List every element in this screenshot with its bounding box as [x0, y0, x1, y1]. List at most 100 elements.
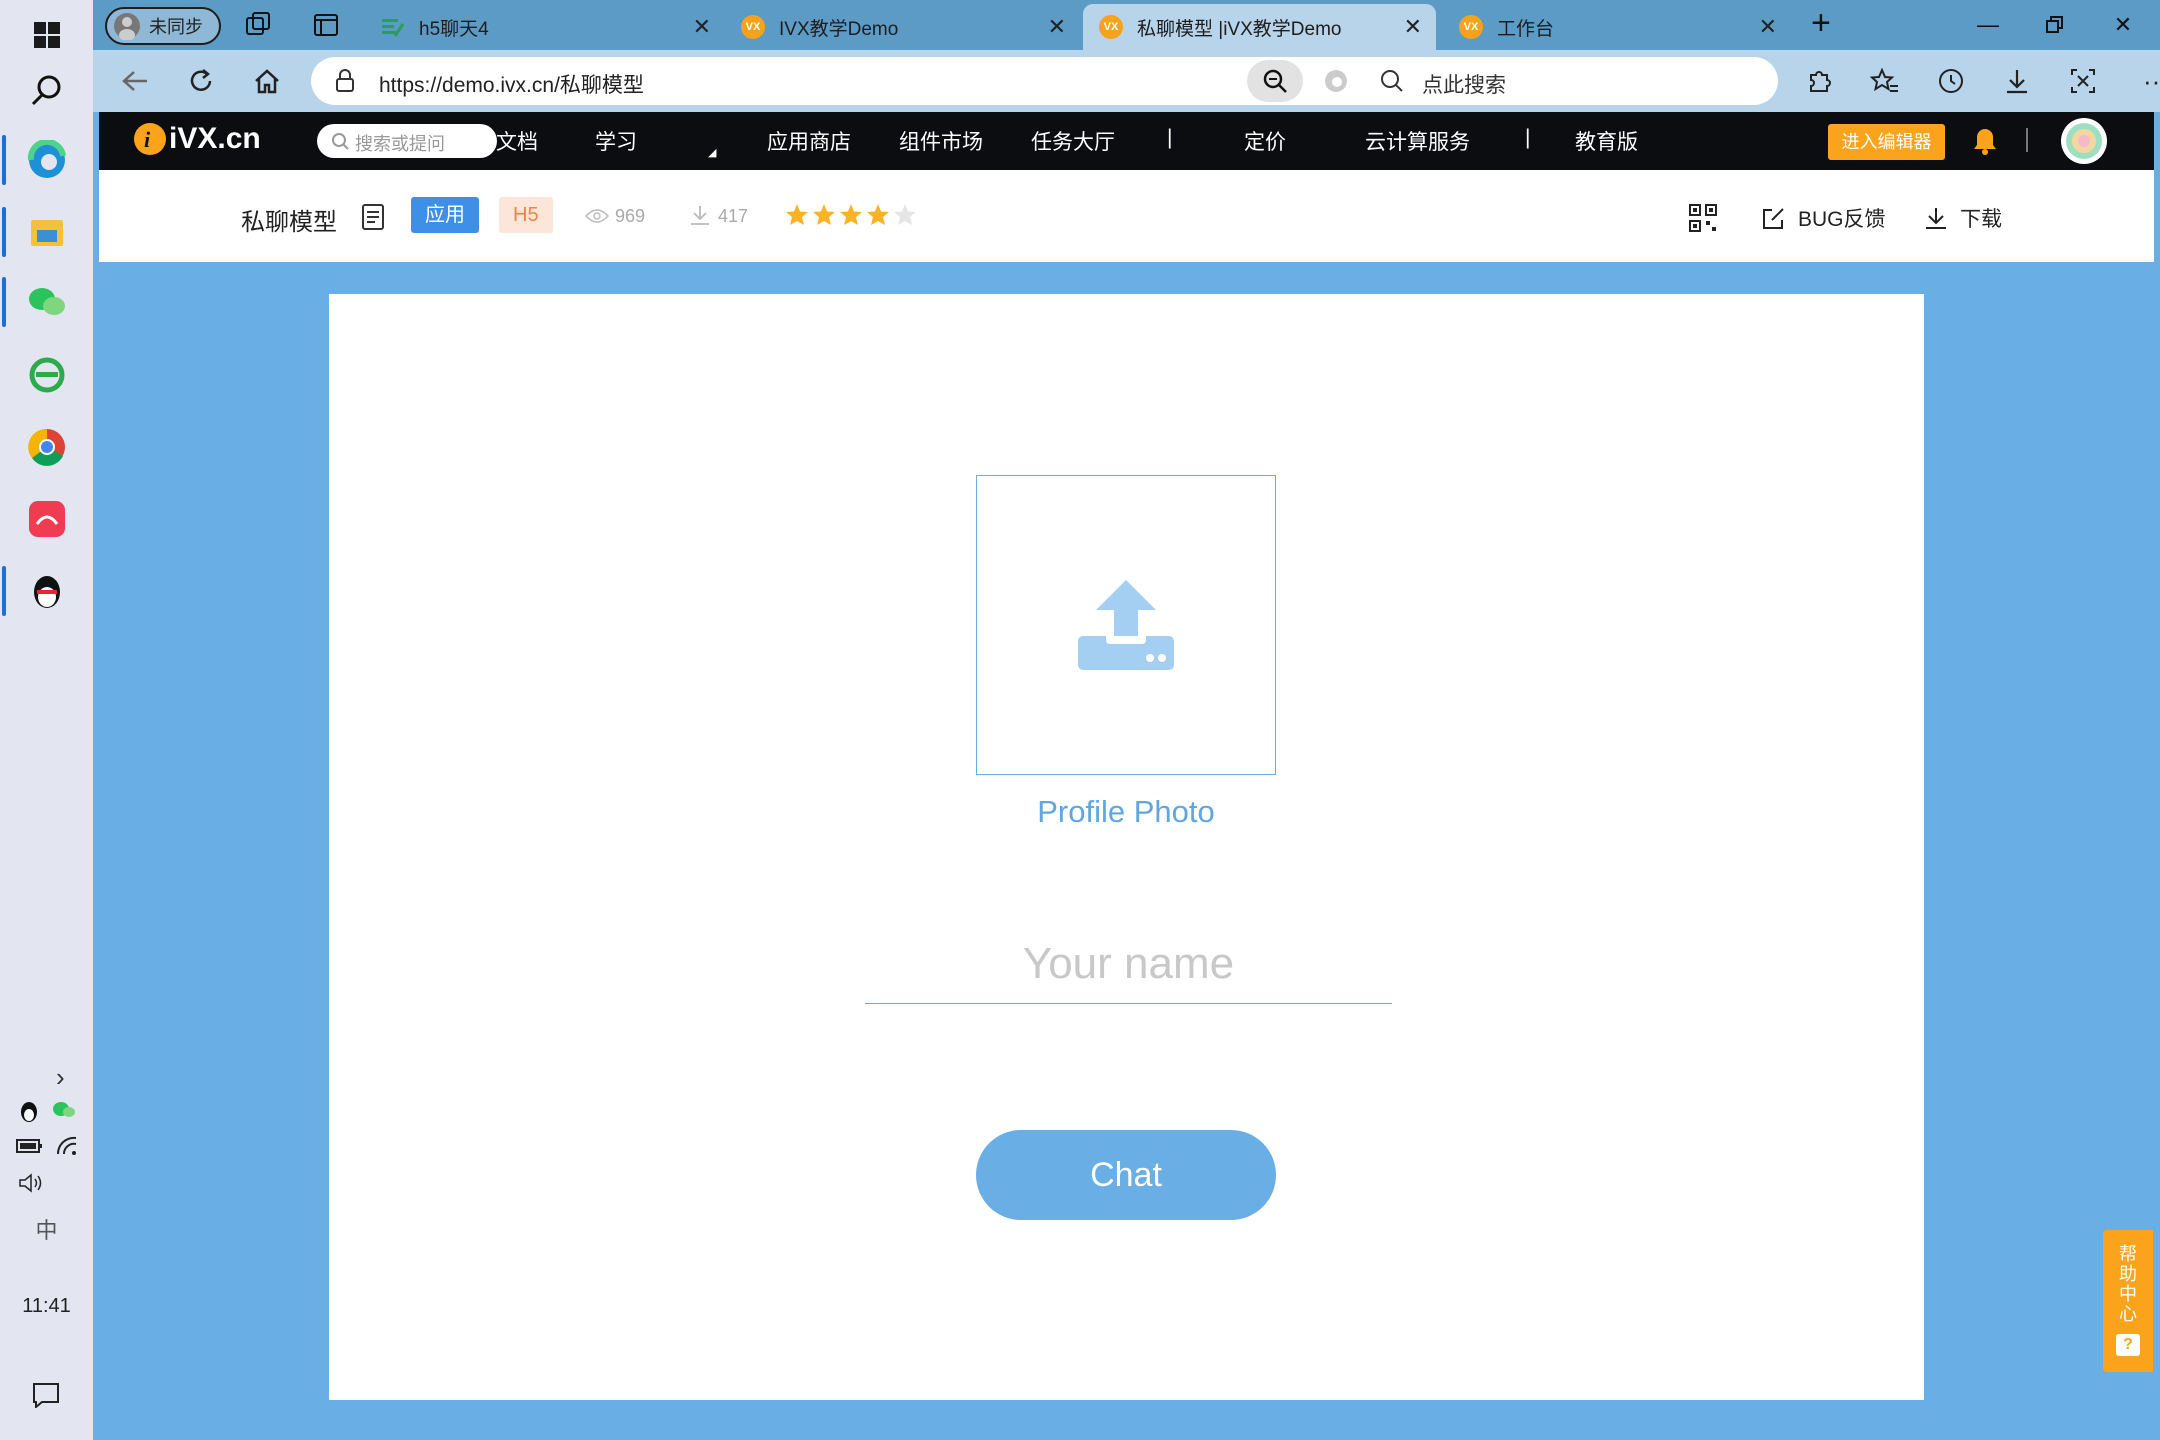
ivx-logo[interactable]: i iVX.cn [133, 122, 261, 156]
folder-icon [30, 220, 63, 246]
star-icon [867, 204, 889, 225]
minimize-icon[interactable]: — [1953, 0, 2023, 50]
tab-h5-chat[interactable]: h5聊天4 ✕ [365, 4, 725, 50]
star-icon [840, 204, 862, 225]
nav-docs[interactable]: 文档 [496, 126, 538, 156]
nav-task-hall[interactable]: 任务大厅 [1031, 126, 1115, 156]
nav-component-market[interactable]: 组件市场 [899, 126, 983, 156]
tab-label: 工作台 [1497, 18, 1555, 40]
extensions-icon[interactable] [1796, 58, 1842, 104]
chrome-icon [27, 428, 65, 466]
new-tab-icon[interactable]: + [1811, 4, 1831, 43]
close-icon[interactable]: ✕ [693, 14, 711, 40]
collections-icon[interactable] [243, 10, 273, 45]
zoom-icon[interactable] [1247, 60, 1303, 102]
wifi-icon[interactable] [56, 1136, 78, 1161]
dropdown-caret-icon[interactable]: ◢ [708, 146, 716, 159]
notification-icon[interactable] [32, 1382, 60, 1413]
ime-indicator[interactable]: 中 [0, 1213, 93, 1245]
edit-icon [1763, 208, 1784, 229]
clock[interactable]: 11:41 [0, 1295, 93, 1318]
history-icon[interactable] [1928, 58, 1974, 104]
site-search-placeholder: 搜索或提问 [355, 134, 445, 154]
refresh-icon[interactable] [178, 58, 224, 104]
doc-edit-icon [382, 19, 405, 37]
close-icon[interactable]: ✕ [1404, 14, 1422, 40]
wechat-tray-icon[interactable] [52, 1100, 76, 1125]
tab-private-chat-model[interactable]: VX 私聊模型 |iVX教学Demo ✕ [1083, 4, 1436, 50]
tab-label: h5聊天4 [419, 18, 489, 40]
wechat-icon [28, 288, 65, 315]
profile-photo-label: Profile Photo [1037, 794, 1215, 829]
bug-feedback-button[interactable]: BUG反馈 [1762, 203, 1886, 233]
taskbar-app-red[interactable] [0, 484, 93, 554]
more-icon[interactable]: ··· [2133, 58, 2160, 104]
profile-photo-upload[interactable] [976, 475, 1276, 775]
qq-penguin-icon [33, 576, 60, 608]
taskbar-chrome[interactable] [0, 412, 93, 482]
chat-button[interactable]: Chat [976, 1130, 1276, 1220]
close-icon[interactable]: ✕ [1759, 14, 1777, 40]
search-icon [1380, 69, 1404, 98]
qq-tray-icon[interactable] [18, 1100, 40, 1129]
chevron-right-icon[interactable]: › [56, 1062, 65, 1093]
search-icon [332, 133, 349, 150]
restore-icon[interactable] [2020, 0, 2090, 50]
edge-icon [27, 140, 66, 178]
h5-badge: H5 [499, 197, 553, 233]
nav-cloud-services[interactable]: 云计算服务 [1365, 126, 1470, 156]
taskbar-wechat[interactable] [0, 267, 93, 337]
nav-learn[interactable]: 学习 [595, 126, 637, 156]
search-placeholder[interactable]: 点此搜索 [1422, 69, 1506, 99]
taskbar-edge[interactable] [0, 125, 93, 195]
view-count: 969 [615, 206, 646, 226]
download-button[interactable]: 下载 [1924, 203, 2002, 233]
ie-browser-icon [29, 357, 64, 393]
nav-education[interactable]: 教育版 [1575, 126, 1638, 156]
nav-app-store[interactable]: 应用商店 [767, 126, 851, 156]
windows-taskbar: › 中 11:41 [0, 0, 93, 1440]
app-info-icon[interactable] [362, 204, 384, 235]
bell-icon[interactable] [1972, 126, 1998, 161]
avatar-icon [2066, 123, 2102, 159]
lock-icon[interactable] [335, 69, 355, 98]
enter-editor-button[interactable]: 进入编辑器 [1828, 124, 1945, 160]
favorites-icon[interactable] [1862, 58, 1908, 104]
name-input[interactable] [865, 924, 1392, 1004]
star-icon [786, 204, 808, 225]
screenshot-icon[interactable] [2060, 58, 2106, 104]
ivx-favicon-icon: VX [1099, 15, 1123, 39]
download-count: 417 [718, 206, 749, 226]
search-button[interactable] [0, 55, 93, 125]
url-text[interactable]: https://demo.ivx.cn/私聊模型 [379, 69, 644, 99]
app-canvas: Profile Photo Chat [329, 294, 1924, 1400]
battery-icon[interactable] [16, 1138, 44, 1159]
back-icon[interactable] [112, 58, 158, 104]
site-search-input[interactable]: 搜索或提问 [317, 124, 497, 158]
taskbar-ie[interactable] [0, 340, 93, 410]
app-title: 私聊模型 [241, 209, 337, 236]
search-box[interactable]: 点此搜索 [1356, 57, 1778, 105]
tab-ivx-demo[interactable]: VX IVX教学Demo ✕ [725, 4, 1080, 50]
edge-read-icon[interactable] [1323, 68, 1349, 99]
download-icon[interactable] [1994, 58, 2040, 104]
site-nav: i iVX.cn 搜索或提问 文档 学习 ◢ 应用商店 组件市场 任务大厅 | … [99, 112, 2154, 170]
taskbar-file-explorer[interactable] [0, 197, 93, 267]
taskbar-qq[interactable] [0, 556, 93, 626]
user-avatar[interactable] [2061, 118, 2107, 164]
help-center-button[interactable]: 帮助中心 ? [2103, 1230, 2153, 1372]
volume-icon[interactable] [18, 1173, 44, 1198]
upload-icon [1078, 580, 1174, 670]
address-bar[interactable]: https://demo.ivx.cn/私聊模型 [311, 57, 1433, 105]
tab-workbench[interactable]: VX 工作台 ✕ [1443, 4, 1791, 50]
tab-actions-icon[interactable] [311, 10, 341, 45]
profile-button[interactable]: 未同步 [105, 7, 221, 45]
qr-code-icon[interactable] [1689, 204, 1717, 237]
download-icon [1926, 208, 1946, 229]
home-icon[interactable] [244, 58, 290, 104]
download-count-icon [689, 204, 711, 231]
nav-pricing[interactable]: 定价 [1244, 126, 1286, 156]
nav-divider: | [1167, 126, 1173, 149]
window-close-icon[interactable]: ✕ [2088, 0, 2158, 50]
close-icon[interactable]: ✕ [1048, 14, 1066, 40]
